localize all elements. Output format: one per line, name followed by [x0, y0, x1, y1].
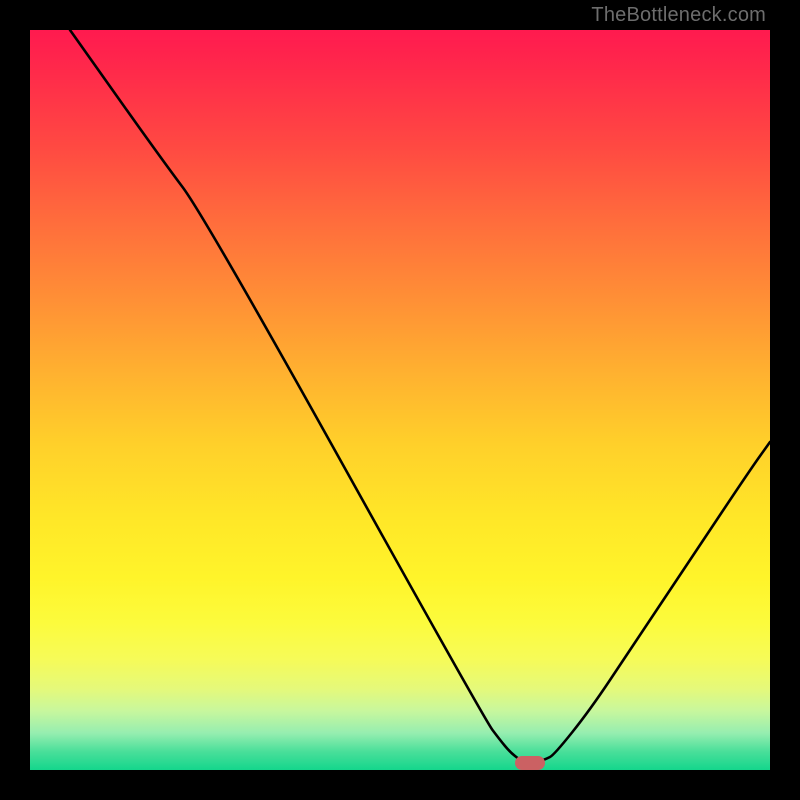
bottleneck-curve: [30, 30, 770, 770]
highlight-marker: [515, 756, 545, 770]
plot-area: [30, 30, 770, 770]
curve-path: [70, 30, 770, 764]
chart-frame: TheBottleneck.com: [0, 0, 800, 800]
watermark-text: TheBottleneck.com: [591, 4, 766, 27]
